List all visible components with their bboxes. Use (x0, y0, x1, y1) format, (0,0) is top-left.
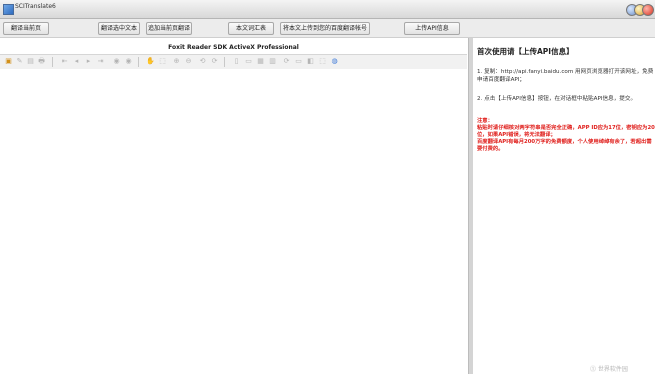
translate-selection-button[interactable]: 翻译选中文本 (98, 22, 140, 35)
toolbar-separator (52, 57, 53, 67)
notice-block: 注意： 粘贴时请仔细核对两字符串是否完全正确，APP ID应为17位，密钥应为2… (477, 118, 655, 153)
viewer-title: Foxit Reader SDK ActiveX Professional (168, 44, 299, 51)
print-icon[interactable]: 🖶 (37, 57, 46, 66)
last-page-icon[interactable]: ⇥ (96, 57, 105, 66)
fit-page-icon[interactable]: ▭ (244, 57, 253, 66)
main-toolbar: 翻译当前页 翻译选中文本 追加当前页翻译 本文词汇表 将本文上传到您的百度翻译帐… (0, 19, 655, 38)
window-title: SCITranslate6 (15, 3, 56, 10)
about-icon[interactable]: ◍ (330, 57, 339, 66)
upload-to-baidu-button[interactable]: 将本文上传到您的百度翻译帐号 (280, 22, 370, 35)
zoom-in-icon[interactable]: ⊕ (172, 57, 181, 66)
select-tool-icon[interactable]: ⬚ (158, 57, 167, 66)
notice-line-2: 百度翻译API有每月200万字的免费额度，个人使用绰绰有余了，若超出需要付费的。 (477, 139, 652, 152)
title-bar: SCITranslate6 (0, 0, 655, 19)
refresh-icon[interactable]: ⟳ (282, 57, 291, 66)
glossary-button[interactable]: 本文词汇表 (228, 22, 274, 35)
rotate-right-icon[interactable]: ⟳ (210, 57, 219, 66)
zoom-out-icon[interactable]: ⊖ (184, 57, 193, 66)
hand-tool-icon[interactable]: ✋ (146, 57, 155, 66)
previous-page-icon[interactable]: ◂ (72, 57, 81, 66)
panel-heading: 首次使用请【上传API信息】 (477, 47, 574, 56)
instruction-step-1: 1. 复制：http://api.fanyi.baidu.com 用网页浏览器打… (477, 69, 654, 83)
edit-icon[interactable]: ✎ (15, 57, 24, 66)
notice-title: 注意： (477, 118, 493, 124)
fit-width-icon[interactable]: ▦ (256, 57, 265, 66)
first-page-icon[interactable]: ⇤ (60, 57, 69, 66)
upload-api-info-button[interactable]: 上传API信息 (404, 22, 460, 35)
append-translation-button[interactable]: 追加当前页翻译 (146, 22, 192, 35)
window-controls (626, 2, 655, 16)
back-icon[interactable]: ◉ (112, 57, 121, 66)
translate-page-button[interactable]: 翻译当前页 (3, 22, 49, 35)
open-folder-icon[interactable]: ▣ (4, 57, 13, 66)
continuous-page-icon[interactable]: ▥ (268, 57, 277, 66)
instruction-step-2: 2. 点击【上传API信息】按钮，在对话框中粘贴API信息，提交。 (477, 96, 637, 102)
app-icon (3, 4, 14, 15)
toolbar-separator (224, 57, 225, 67)
actual-size-icon[interactable]: ▯ (232, 57, 241, 66)
snapshot-icon[interactable]: ▭ (294, 57, 303, 66)
info-panel (473, 38, 655, 374)
toolbar-separator (138, 57, 139, 67)
watermark-text: ⓵ 世界软件园 (590, 366, 628, 373)
notice-line-1: 粘贴时请仔细核对两字符串是否完全正确，APP ID应为17位，密钥应为20位，如… (477, 125, 655, 138)
bookmark-panel-icon[interactable]: ◧ (306, 57, 315, 66)
rotate-left-icon[interactable]: ⟲ (198, 57, 207, 66)
pdf-toolbar: ▣ ✎ ▤ 🖶 ⇤ ◂ ▸ ⇥ ◉ ◉ ✋ ⬚ ⊕ ⊖ ⟲ ⟳ ▯ ▭ ▦ ▥ … (0, 54, 467, 70)
next-page-icon[interactable]: ▸ (84, 57, 93, 66)
pdf-page-area[interactable] (0, 69, 467, 374)
find-icon[interactable]: ⬚ (318, 57, 327, 66)
forward-icon[interactable]: ◉ (124, 57, 133, 66)
watermark: ⓵ 世界软件园 (590, 364, 655, 374)
close-button[interactable] (642, 4, 654, 16)
save-icon[interactable]: ▤ (26, 57, 35, 66)
